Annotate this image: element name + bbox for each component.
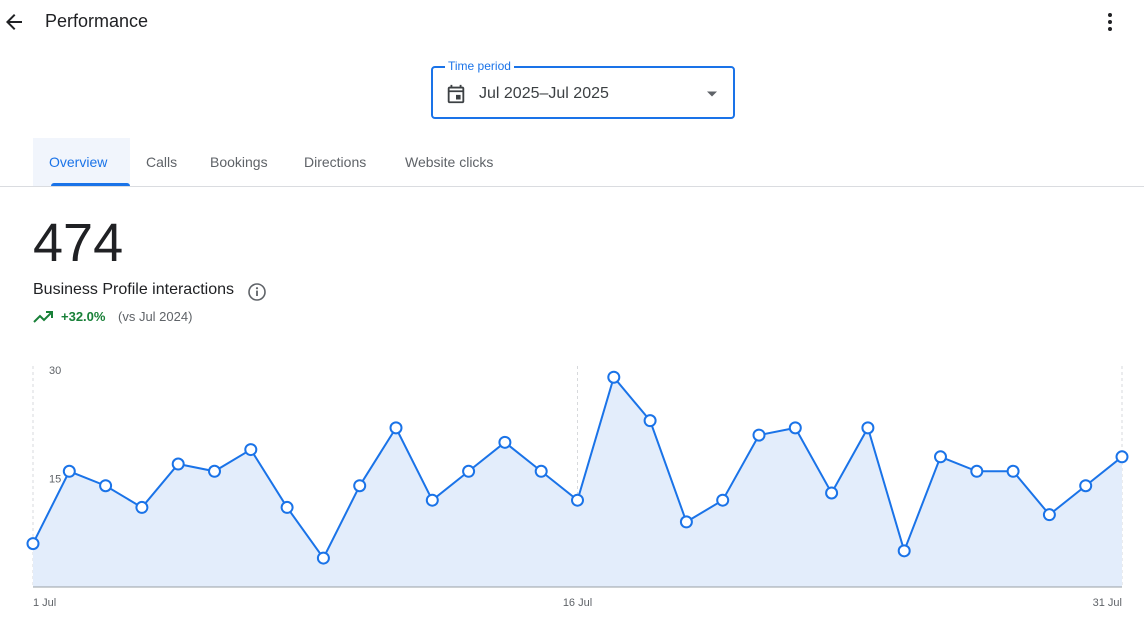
data-point[interactable]: [934, 450, 947, 464]
page-title: Performance: [45, 11, 149, 31]
metric-label: Business Profile interactions: [33, 281, 234, 298]
data-point[interactable]: [1079, 479, 1093, 493]
data-point[interactable]: [208, 464, 221, 478]
data-point[interactable]: [171, 457, 185, 471]
x-tick-label: 1 Jul: [33, 597, 56, 609]
data-point[interactable]: [752, 428, 766, 442]
trending-up-icon: [33, 309, 53, 325]
time-period-select[interactable]: Time period Jul 2025–Jul 2025: [431, 59, 735, 119]
data-point[interactable]: [897, 544, 911, 558]
x-tick-label: 31 Jul: [1093, 597, 1122, 609]
calendar-icon: [445, 83, 467, 105]
tab-bookings[interactable]: Bookings: [210, 138, 268, 186]
top-bar: Performance: [0, 0, 1144, 44]
time-period-label: Time period: [445, 59, 514, 73]
data-point[interactable]: [788, 421, 802, 435]
tab-overview[interactable]: Overview: [33, 138, 130, 186]
data-point[interactable]: [135, 500, 149, 514]
tab-calls[interactable]: Calls: [146, 138, 177, 186]
data-point[interactable]: [970, 464, 984, 478]
tab-bar: Overview Calls Bookings Directions Websi…: [0, 138, 1144, 187]
change-percent: +32.0%: [61, 309, 106, 324]
data-point[interactable]: [825, 486, 839, 500]
y-tick-label: 15: [49, 474, 61, 486]
data-point[interactable]: [1006, 464, 1020, 478]
more-vert-icon[interactable]: [1098, 10, 1122, 34]
data-point[interactable]: [26, 537, 40, 551]
data-point[interactable]: [571, 493, 584, 507]
data-point[interactable]: [244, 443, 258, 457]
interactions-chart: 15 30 1 Jul 16 Jul 31 Jul: [0, 350, 1144, 620]
time-period-value: Jul 2025–Jul 2025: [479, 85, 609, 102]
data-point[interactable]: [62, 464, 76, 478]
total-interactions-value: 474: [33, 213, 124, 273]
back-arrow-icon[interactable]: [2, 10, 26, 34]
data-point[interactable]: [716, 493, 730, 507]
data-point[interactable]: [861, 421, 875, 435]
data-point[interactable]: [534, 464, 548, 478]
data-point[interactable]: [462, 464, 476, 478]
data-point[interactable]: [316, 551, 330, 565]
x-tick-label: 16 Jul: [563, 597, 592, 609]
data-point[interactable]: [1115, 450, 1129, 464]
data-point[interactable]: [389, 421, 403, 435]
interactions-chart-svg: 15 30 1 Jul 16 Jul 31 Jul: [26, 365, 1129, 609]
tab-website-clicks[interactable]: Website clicks: [405, 138, 493, 186]
comparison-text: (vs Jul 2024): [118, 309, 193, 324]
data-point[interactable]: [425, 493, 439, 507]
data-point[interactable]: [607, 370, 621, 384]
data-point[interactable]: [99, 479, 113, 493]
y-tick-label: 30: [49, 365, 61, 377]
data-point[interactable]: [280, 500, 294, 514]
data-point[interactable]: [1042, 508, 1056, 522]
dropdown-arrow-icon: [705, 87, 719, 101]
info-icon[interactable]: [247, 282, 267, 302]
data-point[interactable]: [679, 515, 693, 529]
data-point[interactable]: [643, 414, 657, 428]
tab-directions[interactable]: Directions: [304, 138, 366, 186]
data-point[interactable]: [353, 479, 367, 493]
data-point[interactable]: [498, 435, 512, 449]
